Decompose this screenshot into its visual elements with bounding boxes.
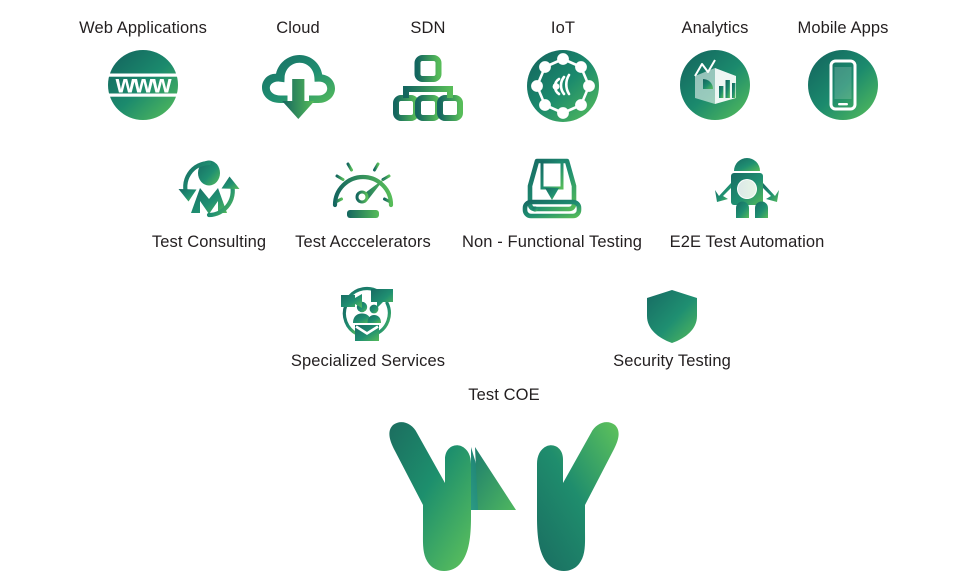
- node-mobile-apps[interactable]: Mobile Apps: [782, 18, 904, 124]
- label-mobile-apps: Mobile Apps: [797, 19, 889, 37]
- shield-icon: [643, 287, 701, 345]
- node-sdn[interactable]: SDN: [368, 18, 488, 124]
- node-test-consulting[interactable]: Test Consulting: [138, 152, 280, 252]
- people-communication-icon: [331, 283, 405, 345]
- smartphone-circle-icon: [804, 46, 882, 124]
- iot-network-circle-icon: [523, 46, 603, 126]
- svg-text:www: www: [115, 71, 172, 99]
- network-hierarchy-icon: [390, 46, 466, 124]
- node-e2e-test-automation[interactable]: E2E Test Automation: [660, 152, 834, 252]
- hands-holding-pyramid-icon: [379, 407, 629, 579]
- node-cloud[interactable]: Cloud: [238, 18, 358, 124]
- node-test-coe[interactable]: Test COE: [370, 385, 638, 579]
- node-web-applications[interactable]: Web Applications www: [63, 18, 223, 124]
- label-test-coe: Test COE: [468, 386, 540, 404]
- node-iot[interactable]: IoT: [503, 18, 623, 126]
- label-specialized-services: Specialized Services: [290, 352, 446, 370]
- node-security-testing[interactable]: Security Testing: [604, 287, 740, 371]
- globe-www-icon: www: [104, 46, 182, 124]
- node-analytics[interactable]: Analytics: [655, 18, 775, 124]
- node-specialized-services[interactable]: Specialized Services: [285, 283, 451, 371]
- label-non-functional-testing: Non - Functional Testing: [461, 233, 643, 251]
- diagram-canvas: Web Applications www Cloud SDN IoT Analy…: [0, 0, 980, 572]
- label-iot: IoT: [550, 19, 576, 37]
- label-e2e-test-automation: E2E Test Automation: [669, 233, 825, 251]
- person-refresh-icon: [167, 152, 251, 226]
- label-test-consulting: Test Consulting: [151, 233, 267, 251]
- label-web-applications: Web Applications: [79, 19, 207, 37]
- node-non-functional-testing[interactable]: Non - Functional Testing: [451, 152, 653, 252]
- label-security-testing: Security Testing: [613, 352, 731, 370]
- cloud-download-icon: [256, 46, 340, 124]
- robot-icon: [705, 152, 789, 226]
- label-sdn: SDN: [410, 19, 446, 37]
- label-analytics: Analytics: [681, 19, 749, 37]
- label-test-accelerators: Test Acccelerators: [295, 233, 431, 251]
- label-cloud: Cloud: [276, 19, 320, 37]
- speedometer-icon: [323, 152, 403, 226]
- analytics-charts-circle-icon: [676, 46, 754, 124]
- node-test-accelerators[interactable]: Test Acccelerators: [292, 152, 434, 252]
- document-load-tray-icon: [513, 152, 591, 226]
